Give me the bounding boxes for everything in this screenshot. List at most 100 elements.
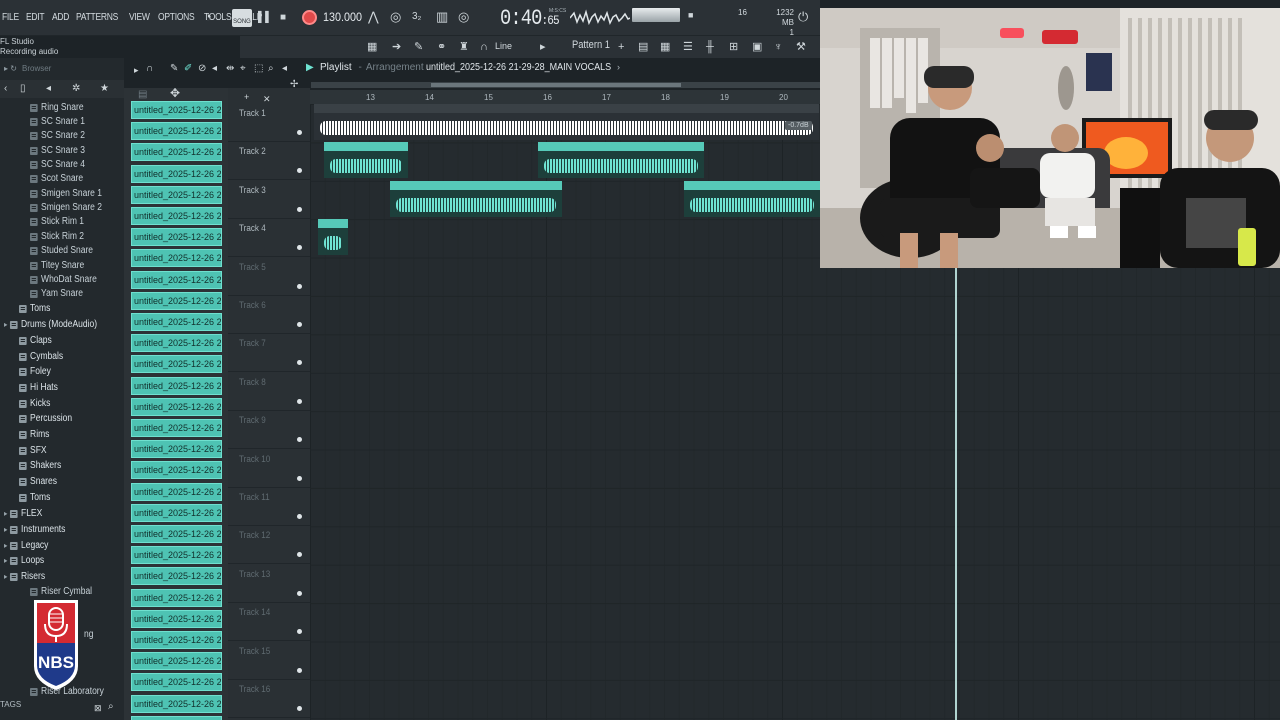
horizontal-scrollbar[interactable] <box>311 82 820 88</box>
step-edit-icon[interactable]: 3₂ <box>412 10 421 24</box>
menu-item-edit[interactable]: EDIT <box>26 12 45 23</box>
track-header[interactable]: Track 8 <box>228 373 310 411</box>
pencil-icon[interactable]: ✎ <box>414 40 423 54</box>
track-header[interactable]: Track 14 <box>228 603 310 642</box>
channel-button[interactable]: untitled_2025-12-26 21- <box>131 101 222 119</box>
mixer-icon[interactable]: ▥ <box>436 10 448 24</box>
browser-file[interactable]: SC Snare 1 <box>30 116 85 127</box>
arrow-right-icon[interactable]: ➔ <box>392 40 401 54</box>
channel-button[interactable]: untitled_2025-12-26 21- <box>131 694 222 713</box>
metronome-icon[interactable]: ◔ <box>204 10 212 24</box>
browser-folder[interactable]: ▸ Risers <box>4 571 45 582</box>
track-mute-led[interactable] <box>297 360 302 366</box>
channel-button[interactable]: untitled_2025-12-26 21- <box>131 482 222 501</box>
channel-button[interactable]: untitled_2025-12-26 21- <box>131 270 222 289</box>
keyboard-icon[interactable]: ▦ <box>367 40 377 54</box>
browser-file[interactable]: Scot Snare <box>30 173 83 184</box>
tools-icon[interactable]: ⚒ <box>796 40 806 54</box>
channel-button[interactable]: untitled_2025-12-26 21- <box>131 355 222 374</box>
channel-button[interactable]: untitled_2025-12-26 21- <box>131 164 222 183</box>
delete-tool-icon[interactable]: ⊘ <box>198 62 206 76</box>
audio-clip[interactable]: untitled_2025-12-26 21-20-35_MAIN V <box>684 180 820 217</box>
browser-file[interactable]: SC Snare 2 <box>30 130 85 141</box>
channel-rack-icon[interactable]: ☰ <box>683 40 693 54</box>
channel-button[interactable]: untitled_2025-12-26 21- <box>131 588 222 607</box>
track-header[interactable]: Track 1 <box>228 104 310 142</box>
track-header[interactable]: Track 7 <box>228 334 310 373</box>
track-header[interactable]: Track 3 <box>228 181 310 219</box>
browser-folder[interactable]: Snares <box>19 476 57 487</box>
menu-item-add[interactable]: ADD <box>52 12 69 23</box>
channel-button[interactable]: untitled_2025-12-26 21- <box>131 440 222 459</box>
browser-folder[interactable]: Toms <box>19 303 50 314</box>
channel-button[interactable]: untitled_2025-12-26 21- <box>131 609 222 628</box>
song-mode-toggle[interactable]: SONG <box>232 9 252 27</box>
slice-tool-icon[interactable]: ⌖ <box>240 62 246 76</box>
track-mute-led[interactable] <box>297 283 302 289</box>
channel-filter-icon[interactable]: ▤ <box>138 88 147 102</box>
add-track-icon[interactable]: + <box>244 90 249 104</box>
snap-selector[interactable]: Line <box>495 41 512 51</box>
browser-folder[interactable]: Rims <box>19 429 49 440</box>
expand-arrow-icon[interactable]: ▸ <box>4 572 7 581</box>
track-header[interactable]: Track 11 <box>228 488 310 526</box>
channel-button[interactable]: untitled_2025-12-26 21- <box>131 313 222 331</box>
expand-arrow-icon[interactable]: ▸ <box>4 320 7 329</box>
play-icon[interactable]: ▌▌ <box>258 11 272 25</box>
track-mute-led[interactable] <box>297 706 302 711</box>
track-mute-led[interactable] <box>297 629 302 635</box>
menu-item-file[interactable]: FILE <box>2 12 19 23</box>
power-icon[interactable]: ⏻ <box>798 10 808 24</box>
playlist-magnet-icon[interactable]: ∩ <box>146 62 153 76</box>
menu-item-patterns[interactable]: PATTERNS <box>76 12 118 23</box>
browser-star-icon[interactable]: ★ <box>100 82 109 96</box>
channel-button[interactable]: untitled_2025-12-26 21- <box>131 419 222 437</box>
audio-clip[interactable]: untitled_2025-12-26 21-06-59_MAIN VOCALS <box>390 180 562 217</box>
browser-folder[interactable]: Foley <box>19 366 51 377</box>
track-header[interactable]: Track 16 <box>228 680 310 718</box>
audio-clip[interactable]: unt..3 <box>318 219 348 256</box>
browser-file[interactable]: Ring Snare <box>30 102 84 113</box>
track-header[interactable]: Track 5 <box>228 258 310 296</box>
channel-button[interactable]: untitled_2025-12-26 21- <box>131 525 222 543</box>
browser-folder[interactable]: ▸ Loops <box>4 555 44 566</box>
expand-arrow-icon[interactable]: ▸ <box>4 556 7 565</box>
magnet-icon[interactable]: ∩ <box>480 40 488 54</box>
track-header[interactable]: Track 13 <box>228 565 310 603</box>
panic-icon[interactable]: ■ <box>688 8 693 22</box>
clip-chevron-icon[interactable]: › <box>617 62 620 72</box>
draw-tool-icon[interactable]: ✎ <box>170 62 178 76</box>
menu-item-options[interactable]: OPTIONS <box>158 12 195 23</box>
browser-folder[interactable]: Claps <box>19 335 52 346</box>
loop-record-icon[interactable]: ◎ <box>390 10 401 24</box>
browser-speaker-icon[interactable]: ◂ <box>46 82 51 96</box>
track-mute-led[interactable] <box>297 168 302 174</box>
channel-button[interactable]: untitled_2025-12-26 21- <box>131 228 222 247</box>
expand-arrow-icon[interactable]: ▸ <box>4 541 7 550</box>
track-header[interactable]: Track 4 <box>228 219 310 258</box>
mixer-view-icon[interactable]: ╫ <box>706 40 714 54</box>
browser-file[interactable]: SC Snare 3 <box>30 145 85 156</box>
countdown-icon[interactable]: ◎ <box>458 10 469 24</box>
expand-arrow-icon[interactable]: ▸ <box>4 509 7 518</box>
zoom-tool-icon[interactable]: ⌕ <box>268 62 274 76</box>
channel-button[interactable]: untitled_2025-12-26 21- <box>131 567 222 586</box>
tempo-display[interactable]: 130.000 <box>323 10 362 24</box>
channel-button[interactable]: untitled_2025-12-26 21- <box>131 291 222 310</box>
channel-button[interactable]: untitled_2025-12-26 21- <box>131 249 222 268</box>
stop-icon[interactable]: ■ <box>280 11 286 25</box>
track-header[interactable]: Track 15 <box>228 642 310 680</box>
timeline-ruler[interactable] <box>310 90 820 104</box>
audio-clip[interactable]: BOMBAI Type Beat (ALORCITO CUMBIA CHETA … <box>314 104 819 140</box>
track-header[interactable]: Track 6 <box>228 296 310 334</box>
record-button[interactable] <box>302 10 317 25</box>
channel-button[interactable]: untitled_2025-12-26 21- <box>131 461 222 480</box>
mute-tool-icon[interactable]: ◂ <box>212 62 217 76</box>
browser-back-icon[interactable]: ‹ <box>4 82 7 96</box>
browser-files-icon[interactable]: ▯ <box>20 82 26 96</box>
channel-move-icon[interactable]: ✥ <box>170 86 180 100</box>
pitch-icon[interactable]: ⋀ <box>368 10 379 24</box>
browser-file[interactable]: WhoDat Snare <box>30 274 97 285</box>
channel-button[interactable]: untitled_2025-12-26 21- <box>131 503 222 522</box>
expand-arrow-icon[interactable]: ▸ <box>4 525 7 534</box>
